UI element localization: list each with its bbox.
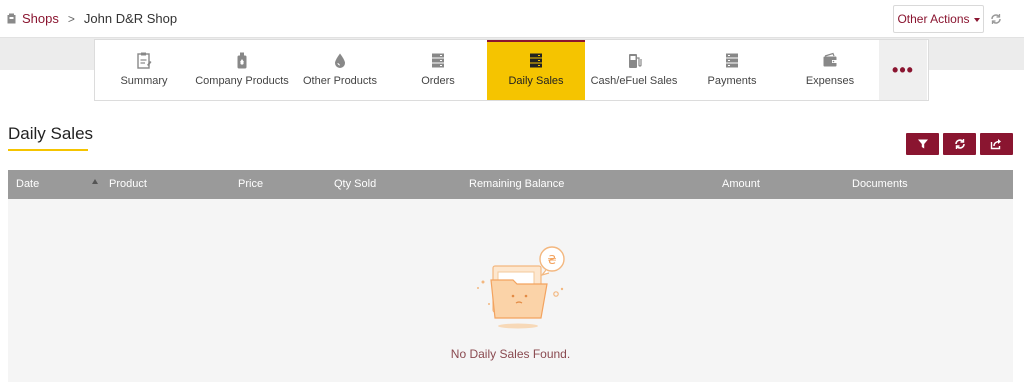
tab-bar: Summary Company Products Other Products … (94, 39, 929, 101)
refresh-button[interactable] (943, 133, 976, 155)
other-actions-button[interactable]: Other Actions (893, 5, 984, 33)
column-header-price[interactable]: Price (238, 178, 263, 190)
other-actions-label: Other Actions (897, 12, 970, 26)
tab-daily-sales[interactable]: Daily Sales (487, 40, 585, 100)
tab-label: Orders (421, 75, 455, 87)
refresh-icon (954, 139, 965, 149)
tab-label: Cash/eFuel Sales (590, 75, 678, 87)
tab-orders[interactable]: Orders (389, 40, 487, 100)
share-icon (990, 139, 1001, 150)
svg-text:₴: ₴ (547, 253, 556, 267)
tab-company-products[interactable]: Company Products (193, 40, 291, 100)
orders-icon (432, 53, 444, 68)
top-bar: Shops > John D&R Shop Other Actions (0, 0, 1024, 38)
wallet-icon (823, 52, 837, 67)
filter-button[interactable] (906, 133, 939, 155)
filter-icon (917, 139, 928, 149)
payments-icon (726, 53, 738, 68)
column-header-documents[interactable]: Documents (852, 178, 908, 190)
breadcrumb-current: John D&R Shop (83, 11, 178, 26)
column-header-qty-sold[interactable]: Qty Sold (334, 178, 376, 190)
tab-label: Company Products (195, 75, 289, 87)
tab-label: Other Products (303, 75, 377, 87)
summary-icon (137, 52, 152, 69)
tab-label: Expenses (805, 75, 855, 87)
breadcrumb-separator: > (67, 11, 75, 26)
caret-down-icon (973, 17, 980, 22)
table-header: Date Product Price Qty Sold Remaining Ba… (8, 170, 1013, 199)
column-header-amount[interactable]: Amount (722, 178, 760, 190)
tab-label: Daily Sales (508, 75, 564, 87)
column-header-product[interactable]: Product (109, 178, 147, 190)
empty-folder-illustration: ₴ (477, 246, 565, 329)
daily-sales-icon (530, 53, 542, 68)
shop-icon (7, 13, 16, 24)
table-body: ₴ No Daily Sales Found. (8, 199, 1013, 382)
tab-summary[interactable]: Summary (95, 40, 193, 100)
column-header-remaining-balance[interactable]: Remaining Balance (469, 178, 564, 190)
sort-ascending-icon[interactable] (92, 179, 98, 184)
breadcrumb-shops-link[interactable]: Shops (22, 11, 59, 26)
empty-state-message: No Daily Sales Found. (450, 347, 571, 361)
more-tabs-button[interactable]: ••• (879, 40, 927, 100)
breadcrumb: Shops > John D&R Shop (7, 11, 177, 26)
tab-label: Payments (707, 75, 757, 87)
tab-cash-efuel-sales[interactable]: Cash/eFuel Sales (585, 40, 683, 100)
fuel-pump-icon (629, 54, 642, 68)
tab-label: Summary (120, 75, 168, 87)
title-underline (8, 149, 88, 151)
page-title: Daily Sales (8, 124, 94, 143)
more-dots-icon: ••• (892, 60, 914, 80)
column-header-date[interactable]: Date (16, 178, 39, 190)
tab-other-products[interactable]: Other Products (291, 40, 389, 100)
tab-payments[interactable]: Payments (683, 40, 781, 100)
export-button[interactable] (980, 133, 1013, 155)
drop-icon (335, 53, 345, 68)
refresh-icon[interactable] (987, 10, 1005, 28)
tab-expenses[interactable]: Expenses (781, 40, 879, 100)
bottle-icon (237, 52, 247, 69)
